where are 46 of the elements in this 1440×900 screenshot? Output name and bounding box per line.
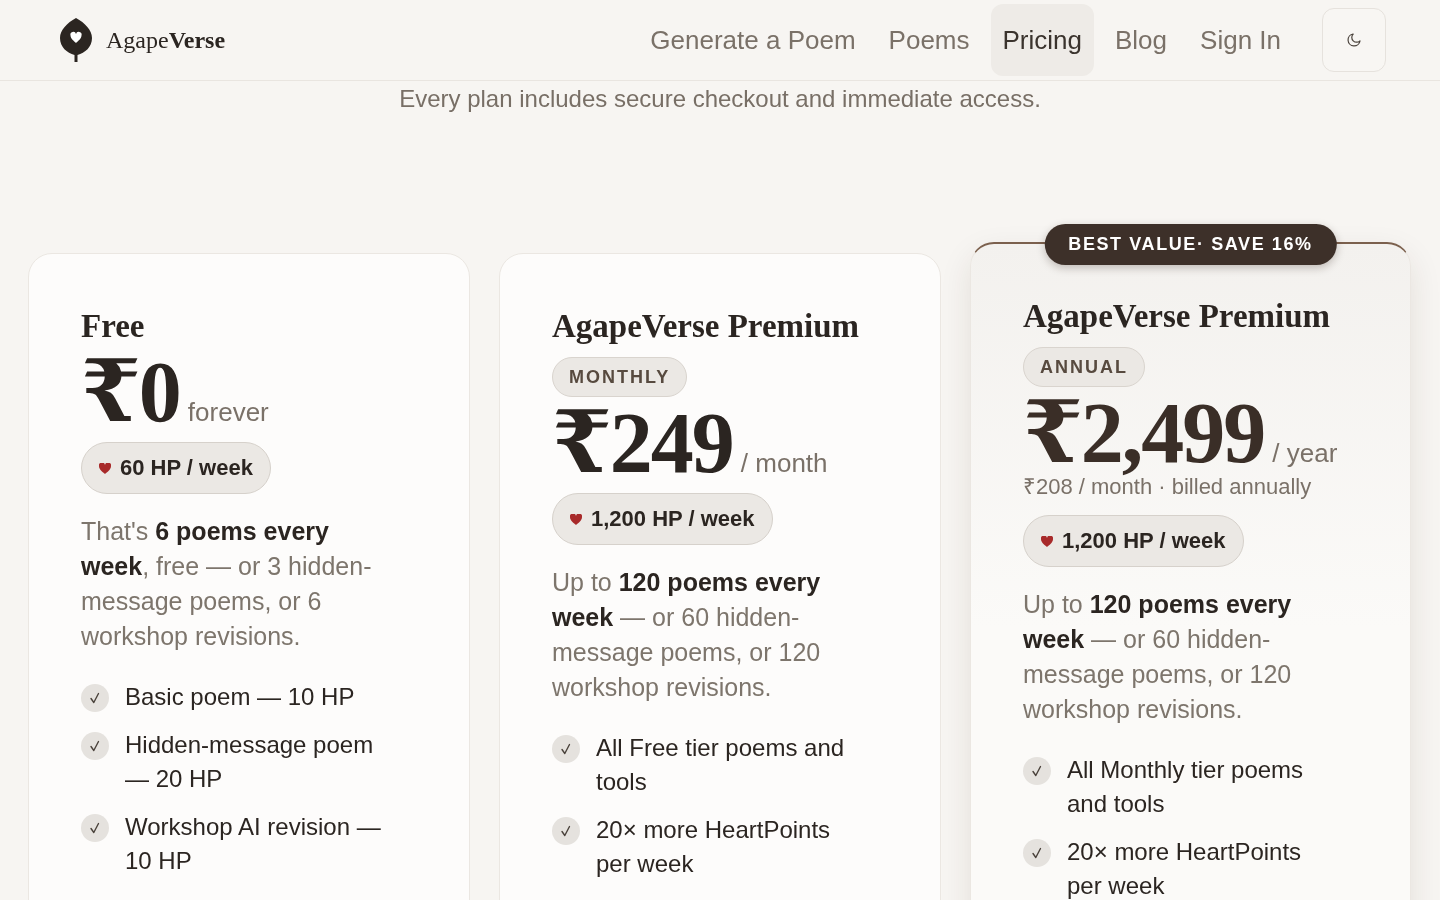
price-amount: ₹249 (552, 399, 733, 487)
check-icon (552, 735, 580, 763)
heart-icon (570, 513, 582, 525)
nav-link[interactable]: Blog (1103, 4, 1180, 76)
plan-name: Free (81, 307, 145, 346)
heart-icon (99, 462, 111, 474)
plan-description: Up to 120 poems every week — or 60 hidden-message poems, or 120 workshop revisions. (552, 567, 822, 703)
plan-name: AgapeVerse Premium (1023, 297, 1331, 336)
price-period: forever (187, 397, 269, 428)
plan-description: Up to 120 poems every week — or 60 hidden-message poems, or 120 workshop revisions. (1023, 589, 1293, 725)
allowance-text: 1,200 HP / week (1062, 528, 1226, 554)
feature-text: Workshop AI revision — 10 HP (125, 812, 382, 876)
nav-link[interactable]: Pricing (990, 4, 1094, 76)
heart-icon (1041, 535, 1053, 547)
feature-text: 20× more HeartPoints per week (596, 815, 832, 879)
feature-text: Basic poem — 10 HP (125, 682, 356, 712)
price-period: / month (740, 448, 828, 479)
check-icon (81, 684, 109, 712)
nav-link[interactable]: Generate a Poem (638, 4, 868, 76)
best-value-ribbon: BEST VALUE· SAVE 16% (1044, 224, 1337, 265)
check-icon (1023, 839, 1051, 867)
feature-text: Hidden-message poem — 20 HP (125, 730, 375, 794)
plan-description: That's 6 poems every week, free — or 3 hidden-message poems, or 6 workshop revisions. (81, 516, 373, 652)
moon-icon (1346, 32, 1362, 48)
billing-tag: MONTHLY (552, 357, 688, 397)
feature-text: All Free tier poems and tools (596, 733, 846, 797)
price-period: / year (1272, 438, 1338, 469)
allowance-text: 60 HP / week (120, 455, 253, 481)
logo-text[interactable]: AgapeVerse (106, 26, 226, 54)
check-icon (552, 817, 580, 845)
feature-text: 20× more HeartPoints per week (1067, 837, 1303, 900)
nav-link[interactable]: Sign In (1188, 4, 1293, 76)
billing-tag: ANNUAL (1023, 347, 1145, 387)
feature-text: All Monthly tier poems and tools (1067, 755, 1305, 819)
billing-note: ₹208 / month · billed annually (1023, 474, 1312, 501)
check-icon (1023, 757, 1051, 785)
nav-link[interactable]: Poems (876, 4, 982, 76)
price-amount: ₹2,499 (1023, 389, 1265, 477)
plan-name: AgapeVerse Premium (552, 307, 860, 346)
allowance-text: 1,200 HP / week (591, 506, 755, 532)
price-amount: ₹0 (81, 348, 180, 436)
pricing-subtitle: Every plan includes secure checkout and immediate access. (399, 84, 1041, 114)
check-icon (81, 814, 109, 842)
check-icon (81, 732, 109, 760)
theme-toggle-button[interactable] (1322, 8, 1386, 72)
leaf-heart-logo-icon (60, 18, 92, 62)
